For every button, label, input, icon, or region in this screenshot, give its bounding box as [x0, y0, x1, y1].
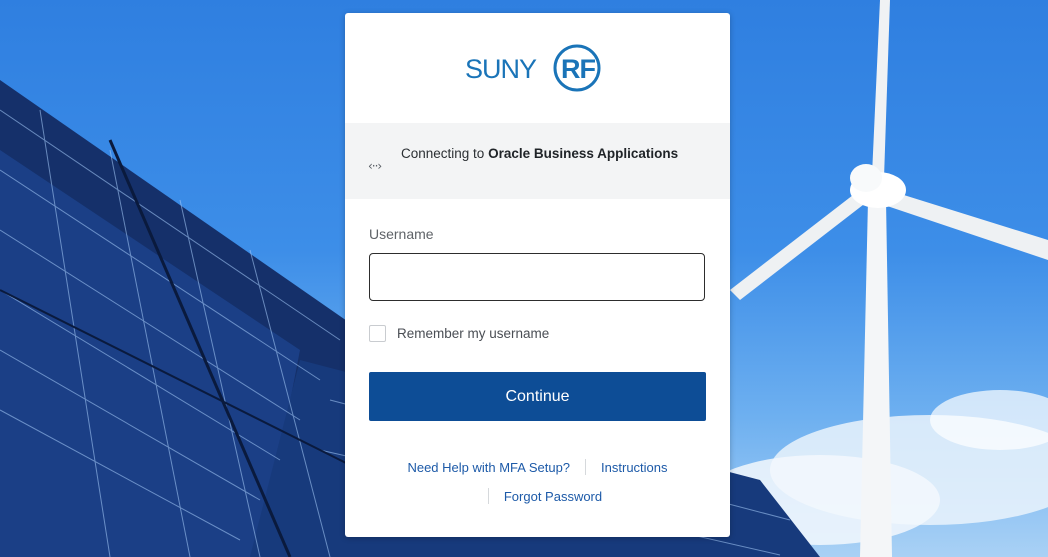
username-label: Username [369, 226, 434, 242]
forgot-password-link[interactable]: Forgot Password [504, 489, 602, 504]
suny-rf-logo: SUNY RF [345, 13, 730, 123]
login-card: SUNY RF ‹··› Connecting to Oracle Busine… [345, 13, 730, 537]
mfa-help-link[interactable]: Need Help with MFA Setup? [407, 460, 570, 475]
logo-rf-text: RF [561, 54, 595, 84]
connecting-banner: ‹··› Connecting to Oracle Business Appli… [345, 123, 730, 199]
remember-username-row[interactable]: Remember my username [369, 322, 549, 344]
link-separator [487, 488, 489, 504]
remember-username-label[interactable]: Remember my username [397, 326, 549, 341]
forgot-links: Forgot Password [345, 488, 730, 504]
link-separator [585, 459, 587, 475]
connecting-prefix: Connecting to [401, 146, 489, 161]
logo-suny-text: SUNY [465, 54, 537, 84]
connecting-app-name: Oracle Business Applications [488, 146, 679, 161]
continue-button[interactable]: Continue [369, 372, 706, 421]
connecting-text: Connecting to Oracle Business Applicatio… [401, 142, 701, 165]
logo-svg: SUNY RF [465, 44, 600, 92]
remember-username-checkbox[interactable] [369, 324, 386, 342]
connect-arrows-icon: ‹··› [368, 159, 382, 173]
help-links: Need Help with MFA Setup? Instructions [345, 459, 730, 475]
instructions-link[interactable]: Instructions [601, 460, 667, 475]
username-input[interactable] [369, 253, 705, 301]
